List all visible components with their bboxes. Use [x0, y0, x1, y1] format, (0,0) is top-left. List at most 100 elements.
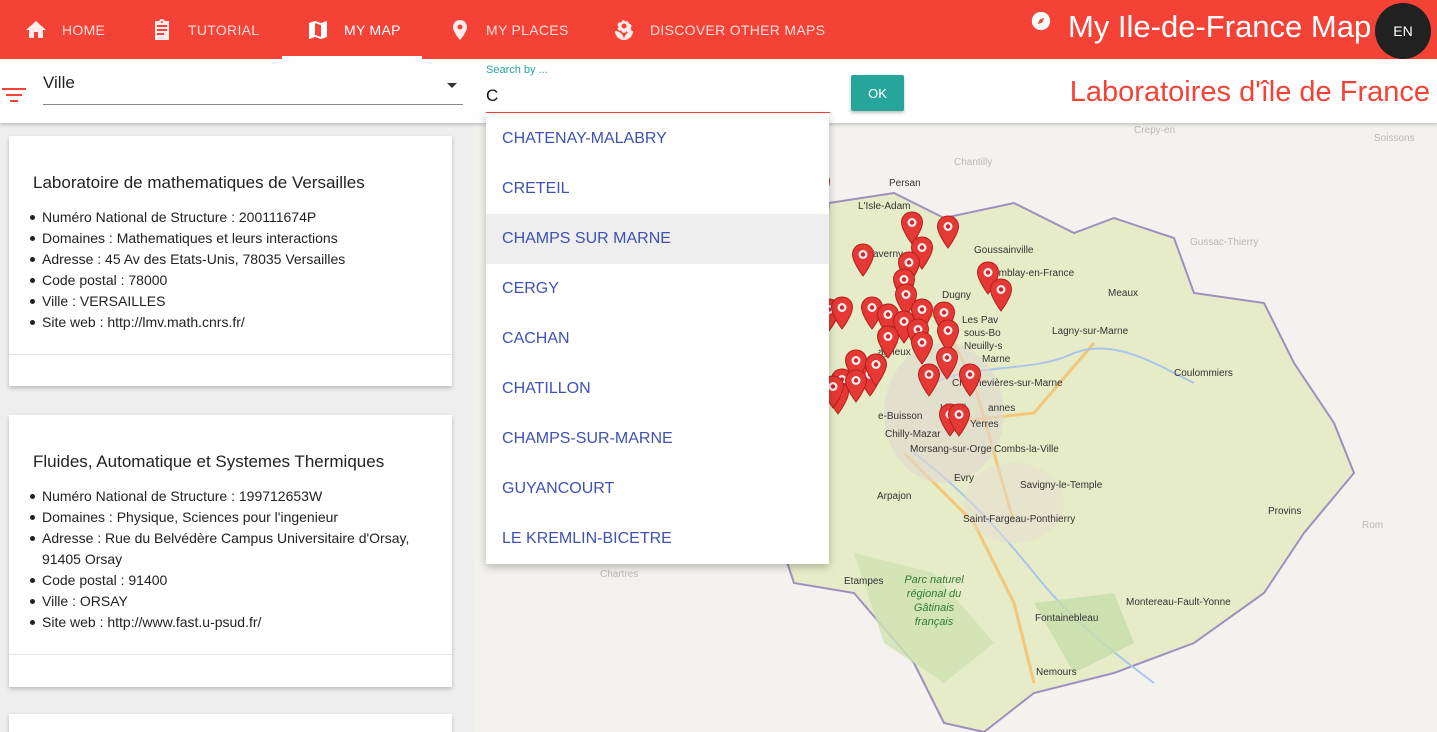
map-label: Crepy-en: [1134, 125, 1176, 136]
map-label: Marne: [982, 354, 1011, 365]
map-label: Chantilly: [954, 157, 993, 168]
top-navbar: HOME TUTORIAL MY MAP MY PLACES DISCOVER …: [0, 0, 1437, 59]
filter-list-icon[interactable]: [2, 85, 26, 105]
ok-button[interactable]: OK: [851, 75, 904, 111]
card-field: Site web : http://www.fast.u-psud.fr/: [30, 612, 452, 633]
filter-field-select[interactable]: Ville: [43, 65, 463, 105]
map-label: Savigny-le-Temple: [1020, 480, 1103, 491]
nav-discover[interactable]: DISCOVER OTHER MAPS: [612, 0, 825, 59]
results-list: Laboratoire de mathematiques de Versaill…: [0, 123, 474, 732]
suggestion-item[interactable]: C HAMPS-SUR-MARNE: [486, 414, 829, 464]
autocomplete-dropdown: C HATENAY-MALABRY C RETEIL C HAMPS SUR MARN…: [486, 114, 829, 564]
result-card[interactable]: Laboratoire de mathematiques de Versaill…: [9, 136, 452, 386]
home-icon: [26, 20, 46, 38]
map-label: Meaux: [1108, 288, 1139, 299]
map-label: sous-Bo: [964, 328, 1001, 339]
map-label: Rom: [1362, 520, 1384, 531]
map-label: Combs-la-Ville: [994, 444, 1059, 455]
suggestion-rest: OURT: [569, 480, 615, 497]
search-input[interactable]: [486, 79, 830, 113]
card-field: Site web : http://lmv.math.cnrs.fr/: [30, 312, 452, 333]
map-label: Yerres: [970, 419, 999, 430]
suggestion-rest: HAMPS SUR MARNE: [513, 230, 671, 247]
nav-home-label: HOME: [62, 21, 106, 38]
map-marker-icon[interactable]: [830, 296, 854, 330]
map-label: Lagny-sur-Marne: [1052, 326, 1129, 337]
suggestion-prefix: C: [502, 380, 514, 397]
card-title: Laboratoire de mathematiques de Versaill…: [33, 173, 365, 192]
map-marker-icon[interactable]: [851, 243, 875, 277]
suggestion-item[interactable]: C HATENAY-MALABRY: [486, 114, 829, 164]
nav-tutorial[interactable]: TUTORIAL: [150, 0, 259, 59]
map-label: Neuilly-s: [964, 341, 1003, 352]
map-marker-icon[interactable]: [917, 363, 941, 397]
card-field: Numéro National de Structure : 200111674…: [30, 207, 452, 228]
suggestion-prefix: C: [502, 280, 514, 297]
map-marker-icon[interactable]: [947, 403, 971, 437]
map-marker-icon[interactable]: [864, 353, 888, 387]
card-field: Code postal : 91400: [30, 570, 452, 591]
map-label: Etampes: [844, 576, 884, 587]
suggestion-prefix: LE KREMLIN-BICETRE: [502, 530, 672, 547]
map-label: e-Buisson: [878, 411, 923, 422]
map-label: Nemours: [1036, 667, 1077, 678]
suggestion-prefix: GUYANC: [502, 480, 570, 497]
suggestion-item[interactable]: C HATILLON: [486, 364, 829, 414]
suggestion-prefix: C: [502, 230, 514, 247]
suggestion-rest: RETEIL: [513, 180, 570, 197]
result-card[interactable]: [9, 714, 452, 732]
suggestion-rest: HATENAY-MALABRY: [513, 130, 667, 147]
map-label: Morsang-sur-Orge: [910, 444, 992, 455]
map-marker-icon[interactable]: [958, 363, 982, 397]
search-label: Search by ...: [486, 64, 548, 76]
nav-my-places-label: MY PLACES: [486, 21, 569, 38]
card-field: Adresse : Rue du Belvédère Campus Univer…: [30, 528, 452, 570]
map-label: Les Pav: [962, 315, 999, 326]
park-label: Parc naturel régional du Gâtinais frança…: [904, 574, 964, 628]
suggestion-item[interactable]: GUYANC OURT: [486, 464, 829, 514]
suggestion-rest: ERGY: [513, 280, 559, 297]
suggestion-rest: HATILLON: [513, 380, 591, 397]
card-divider: [9, 654, 452, 655]
map-label: Chartres: [600, 569, 639, 580]
map-label: Soissons: [1374, 133, 1415, 144]
map-label: Gussac-Thierry: [1190, 237, 1259, 248]
card-divider: [9, 354, 452, 355]
map-label: Chilly-Mazar: [885, 429, 941, 440]
suggestion-item[interactable]: LE KREMLIN-BICETRE: [486, 514, 829, 564]
nav-my-places[interactable]: MY PLACES: [448, 0, 569, 59]
map-icon: [309, 20, 327, 39]
map-label: Dugny: [942, 290, 971, 301]
map-label: Provins: [1268, 506, 1302, 517]
suggestion-prefix: C: [502, 130, 514, 147]
nav-my-map[interactable]: MY MAP: [306, 0, 401, 59]
nav-my-map-label: MY MAP: [344, 21, 401, 38]
suggestion-item[interactable]: C ACHAN: [486, 314, 829, 364]
suggestion-rest: ACHAN: [513, 330, 570, 347]
language-button[interactable]: EN: [1375, 3, 1431, 59]
map-label: Coulommiers: [1174, 368, 1233, 379]
suggestion-prefix: C: [502, 330, 514, 347]
nav-home[interactable]: HOME: [24, 0, 105, 59]
clipboard-icon: [155, 18, 169, 40]
card-field: Numéro National de Structure : 199712653…: [30, 486, 452, 507]
map-marker-icon[interactable]: [910, 331, 934, 365]
compass-icon: [1031, 11, 1051, 31]
map-marker-icon[interactable]: [989, 278, 1013, 312]
map-label: Saint-Fargeau-Ponthierry: [963, 514, 1076, 525]
suggestion-item[interactable]: C RETEIL: [486, 164, 829, 214]
map-label: annes: [988, 403, 1016, 414]
local-florist-icon: [615, 19, 633, 40]
map-label: Fontainebleau: [1035, 613, 1099, 624]
map-marker-icon[interactable]: [936, 215, 960, 249]
map-label: Montereau-Fault-Yonne: [1126, 597, 1231, 608]
suggestion-item[interactable]: C HAMPS SUR MARNE: [486, 214, 829, 264]
suggestion-prefix: C: [502, 180, 514, 197]
card-field: Ville : ORSAY: [30, 591, 452, 612]
card-field: Code postal : 78000: [30, 270, 452, 291]
result-card[interactable]: Fluides, Automatique et Systemes Thermiq…: [9, 415, 452, 687]
map-label: Goussainville: [974, 245, 1034, 256]
app-title: My Ile-de-France Map: [1068, 9, 1372, 44]
filter-field-value: Ville: [43, 73, 75, 92]
suggestion-item[interactable]: C ERGY: [486, 264, 829, 314]
